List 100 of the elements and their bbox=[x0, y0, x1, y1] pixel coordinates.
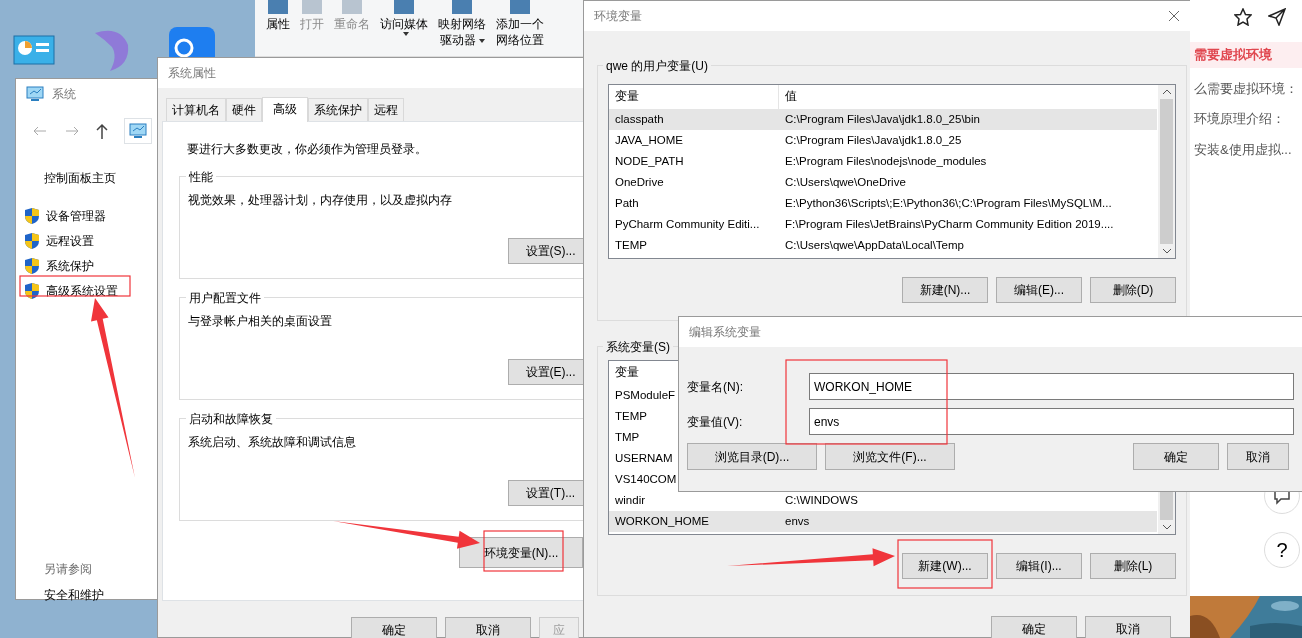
tab[interactable]: 计算机名 bbox=[166, 98, 226, 121]
table-cell-text: windir bbox=[614, 492, 646, 508]
scrollbar-thumb[interactable] bbox=[1160, 99, 1173, 244]
window-title: 系统 bbox=[52, 86, 76, 103]
table-cell-text: NODE_PATH bbox=[614, 153, 684, 169]
up-icon[interactable] bbox=[96, 123, 108, 139]
chevron-down-icon[interactable] bbox=[1161, 523, 1172, 531]
table-cell-text: E:\Program Files\nodejs\node_modules bbox=[784, 153, 987, 169]
list-row[interactable]: JAVA_HOME C:\Program Files\Java\jdk1.8.0_25 bbox=[609, 130, 1157, 151]
ribbon-button[interactable]: 访问媒体 bbox=[377, 0, 431, 36]
description-text: 与登录帐户相关的桌面设置 bbox=[188, 314, 332, 328]
ribbon-button[interactable]: 添加一个 网络位置 bbox=[493, 0, 547, 48]
tab[interactable]: 系统保护 bbox=[308, 98, 368, 121]
list-row[interactable]: OneDrive C:\Users\qwe\OneDrive bbox=[609, 172, 1157, 193]
table-cell-text: VS140COM bbox=[614, 471, 677, 487]
list-row[interactable]: TEMP C:\Users\qwe\AppData\Local\Temp bbox=[609, 235, 1157, 256]
dialog-button[interactable]: 编辑(I)... bbox=[996, 553, 1082, 579]
dialog-button[interactable]: 确定 bbox=[351, 617, 437, 638]
dialog-button[interactable]: 新建(N)... bbox=[902, 277, 988, 303]
article-heading[interactable]: 需要虚拟环境 bbox=[1190, 42, 1302, 68]
table-cell-text: TEMP bbox=[614, 237, 647, 253]
toc-item[interactable]: 环境原理介绍： bbox=[1194, 111, 1285, 126]
tab[interactable]: 远程 bbox=[368, 98, 404, 121]
input-field[interactable]: envs bbox=[809, 408, 1294, 435]
ribbon-icon[interactable] bbox=[392, 0, 416, 16]
dashboard-icon[interactable] bbox=[13, 35, 55, 65]
window-title: 环境变量 bbox=[594, 8, 642, 25]
forward-icon[interactable] bbox=[64, 125, 80, 137]
table-cell-text: TEMP bbox=[614, 408, 647, 424]
table-cell-text: C:\WINDOWS bbox=[784, 492, 858, 508]
settings-link[interactable]: 安全和维护 bbox=[44, 588, 104, 602]
list-row[interactable]: PyCharm Community Editi... F:\Program Files\JetBrains\PyCharm Community Edition 2019.... bbox=[609, 214, 1157, 235]
shield-icon bbox=[24, 231, 40, 250]
dialog-button[interactable]: 浏览文件(F)... bbox=[825, 443, 955, 470]
list-row[interactable]: windir C:\WINDOWS bbox=[609, 490, 1157, 511]
home-link[interactable]: 控制面板主页 bbox=[44, 171, 116, 185]
list-row[interactable]: Path E:\Python36\Scripts\;E:\Python36\;C:\Program Files\MySQL\M... bbox=[609, 193, 1157, 214]
close-icon[interactable] bbox=[1168, 10, 1180, 22]
tab[interactable]: 高级 bbox=[262, 97, 308, 122]
shield-icon bbox=[24, 206, 40, 225]
tab[interactable]: 硬件 bbox=[226, 98, 262, 121]
table-cell-text: C:\Program Files\Java\jdk1.8.0_25\bin bbox=[784, 111, 980, 127]
ribbon-icon[interactable] bbox=[508, 0, 532, 16]
chevron-down-icon[interactable] bbox=[1161, 247, 1172, 255]
field-label: 变量值(V): bbox=[687, 414, 743, 429]
env-variables-button[interactable]: 环境变量(N)... bbox=[459, 537, 583, 568]
settings-link[interactable]: 设备管理器 bbox=[46, 206, 106, 225]
chevron-up-icon[interactable] bbox=[1161, 88, 1172, 96]
monitor-icon[interactable] bbox=[129, 122, 147, 140]
window-title: 编辑系统变量 bbox=[679, 317, 1302, 347]
dialog-button[interactable]: 确定 bbox=[991, 616, 1077, 638]
dialog-button[interactable]: 浏览目录(D)... bbox=[687, 443, 817, 470]
list-row[interactable]: WORKON_HOME envs bbox=[609, 511, 1157, 532]
dialog-button[interactable]: 新建(W)... bbox=[902, 553, 988, 579]
scrollbar[interactable] bbox=[1158, 85, 1175, 258]
table-cell-text: Path bbox=[614, 195, 639, 211]
table-cell-text: C:\Users\qwe\OneDrive bbox=[784, 174, 906, 190]
table-cell-text: F:\Program Files\JetBrains\PyCharm Community Edition 2019.... bbox=[784, 216, 1114, 232]
address-bar[interactable] bbox=[124, 118, 152, 144]
caret-icon[interactable] bbox=[478, 38, 485, 43]
ribbon-button[interactable]: 映射网络 驱动器 bbox=[435, 0, 489, 48]
caret-icon[interactable] bbox=[402, 32, 409, 36]
input-field[interactable]: WORKON_HOME bbox=[809, 373, 1294, 400]
help-button[interactable]: ? bbox=[1264, 532, 1300, 568]
list-row[interactable]: classpath C:\Program Files\Java\jdk1.8.0_25\bin bbox=[609, 109, 1157, 130]
dialog-button[interactable]: 取消 bbox=[1227, 443, 1289, 470]
ribbon-icon[interactable] bbox=[266, 0, 290, 16]
see-also-heading: 另请参阅 bbox=[44, 562, 92, 576]
dialog-button[interactable]: 取消 bbox=[1085, 616, 1171, 638]
toc-item[interactable]: 么需要虚拟环境： bbox=[1194, 80, 1298, 96]
send-icon[interactable] bbox=[1268, 8, 1286, 26]
group-title: qwe 的用户变量(U) bbox=[603, 57, 711, 75]
column-header[interactable]: 变量 bbox=[609, 364, 639, 382]
column-header[interactable]: 值 bbox=[779, 90, 797, 103]
ribbon-icon[interactable] bbox=[450, 0, 474, 16]
dialog-button[interactable]: 取消 bbox=[445, 617, 531, 638]
star-icon[interactable] bbox=[1234, 8, 1252, 26]
column-header[interactable]: 变量 bbox=[609, 88, 639, 106]
dialog-button[interactable]: 编辑(E)... bbox=[996, 277, 1082, 303]
notice-text: 要进行大多数更改，你必须作为管理员登录。 bbox=[187, 142, 427, 156]
toc-item[interactable]: 安装&使用虚拟... bbox=[1194, 141, 1292, 157]
description-text: 系统启动、系统故障和调试信息 bbox=[188, 435, 356, 449]
table-cell-text: classpath bbox=[614, 111, 664, 127]
monitor-icon bbox=[26, 85, 44, 103]
settings-link[interactable]: 高级系统设置 bbox=[46, 281, 118, 300]
table-cell-text: USERNAM bbox=[614, 450, 673, 466]
dialog-button[interactable]: 删除(L) bbox=[1090, 553, 1176, 579]
settings-link[interactable]: 远程设置 bbox=[46, 231, 94, 250]
clock-icon[interactable] bbox=[168, 26, 216, 57]
back-icon[interactable] bbox=[32, 125, 48, 137]
group-title: 用户配置文件 bbox=[186, 289, 264, 307]
dialog-button[interactable]: 确定 bbox=[1133, 443, 1219, 470]
ribbon-button[interactable]: 属性 bbox=[263, 0, 293, 32]
settings-link[interactable]: 系统保护 bbox=[46, 256, 94, 275]
list-row[interactable]: NODE_PATH E:\Program Files\nodejs\node_modules bbox=[609, 151, 1157, 172]
table-cell-text: PSModuleF bbox=[614, 387, 676, 403]
group-title: 系统变量(S) bbox=[603, 338, 673, 356]
field-label: 变量名(N): bbox=[687, 379, 743, 394]
table-cell-text: C:\Program Files\Java\jdk1.8.0_25 bbox=[784, 132, 962, 148]
dialog-button[interactable]: 删除(D) bbox=[1090, 277, 1176, 303]
